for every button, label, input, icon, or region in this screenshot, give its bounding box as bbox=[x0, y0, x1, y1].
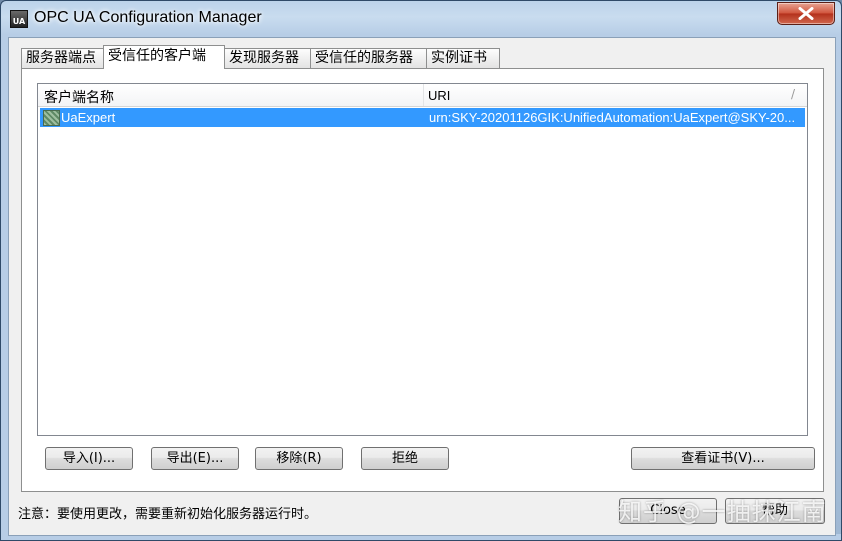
view-certificate-button[interactable]: 查看证书(V)... bbox=[631, 447, 815, 470]
watermark-text: 知乎 @一抽抹江南 bbox=[618, 498, 827, 526]
export-button[interactable]: 导出(E)... bbox=[151, 447, 239, 470]
window-title: OPC UA Configuration Manager bbox=[34, 9, 262, 26]
reject-button[interactable]: 拒绝 bbox=[361, 447, 449, 470]
tab-trusted-clients[interactable]: 受信任的客户端 bbox=[103, 45, 225, 69]
client-area: 服务器端点 受信任的客户端 发现服务器 受信任的服务器 实例证书 客户端名称 U… bbox=[8, 37, 836, 536]
list-item[interactable]: UaExpert urn:SKY-20201126GIK:UnifiedAuto… bbox=[40, 108, 805, 127]
import-button[interactable]: 导入(I)... bbox=[45, 447, 133, 470]
tab-discovery-servers[interactable]: 发现服务器 bbox=[224, 48, 312, 68]
window-close-button[interactable] bbox=[777, 2, 835, 25]
config-manager-window: UA OPC UA Configuration Manager 服务器端点 受信… bbox=[0, 0, 842, 541]
trusted-clients-list[interactable]: 客户端名称 URI / UaExpert urn:SKY-20201126GIK… bbox=[37, 83, 808, 436]
client-uri: urn:SKY-20201126GIK:UnifiedAutomation:Ua… bbox=[429, 110, 796, 125]
column-header-uri[interactable]: URI bbox=[428, 88, 450, 103]
column-header-client-name[interactable]: 客户端名称 bbox=[44, 87, 114, 107]
remove-button[interactable]: 移除(R) bbox=[255, 447, 343, 470]
tab-server-endpoints[interactable]: 服务器端点 bbox=[21, 48, 105, 68]
sort-indicator: / bbox=[790, 87, 795, 101]
column-separator[interactable] bbox=[423, 84, 424, 106]
tab-trusted-servers[interactable]: 受信任的服务器 bbox=[310, 48, 428, 68]
client-name: UaExpert bbox=[61, 110, 116, 125]
title-bar[interactable]: UA OPC UA Configuration Manager bbox=[1, 1, 841, 37]
list-header: 客户端名称 URI / bbox=[38, 84, 807, 107]
trusted-clients-panel: 客户端名称 URI / UaExpert urn:SKY-20201126GIK… bbox=[21, 68, 824, 492]
close-icon bbox=[798, 7, 814, 20]
app-icon: UA bbox=[10, 10, 28, 28]
tab-instance-certificate[interactable]: 实例证书 bbox=[426, 48, 500, 68]
restart-note: 注意：要使用更改，需要重新初始化服务器运行时。 bbox=[18, 507, 318, 522]
certificate-icon bbox=[43, 110, 60, 126]
